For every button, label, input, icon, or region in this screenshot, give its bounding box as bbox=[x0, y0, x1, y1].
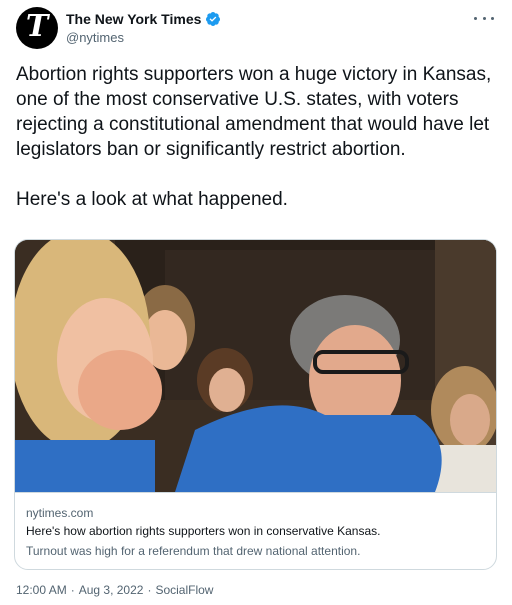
separator: · bbox=[147, 583, 152, 597]
more-dots-icon[interactable] bbox=[474, 11, 494, 25]
tweet-header: T The New York Times @nytimes bbox=[16, 7, 500, 53]
link-card[interactable]: nytimes.com Here's how abortion rights s… bbox=[14, 239, 497, 570]
tweet-source[interactable]: SocialFlow bbox=[155, 583, 213, 597]
tweet-time[interactable]: 12:00 AM bbox=[16, 583, 67, 597]
avatar-logo: T bbox=[25, 9, 49, 44]
account-handle[interactable]: @nytimes bbox=[66, 30, 221, 45]
tweet: T The New York Times @nytimes Abortion r… bbox=[0, 0, 512, 605]
card-description: Turnout was high for a referendum that d… bbox=[26, 544, 361, 558]
card-image[interactable] bbox=[15, 240, 496, 492]
tweet-text: Abortion rights supporters won a huge vi… bbox=[16, 62, 501, 212]
card-title: Here's how abortion rights supporters wo… bbox=[26, 524, 381, 538]
tweet-footer: 12:00 AM · Aug 3, 2022 · SocialFlow bbox=[16, 583, 213, 597]
card-domain: nytimes.com bbox=[26, 506, 94, 520]
separator: · bbox=[70, 583, 75, 597]
account-names: The New York Times @nytimes bbox=[66, 9, 221, 45]
tweet-text-followup: Here's a look at what happened. bbox=[16, 189, 288, 210]
display-name-row: The New York Times bbox=[66, 9, 221, 28]
tweet-text-main: Abortion rights supporters won a huge vi… bbox=[16, 64, 497, 160]
card-photo bbox=[15, 240, 496, 492]
avatar[interactable]: T bbox=[16, 7, 58, 49]
tweet-date[interactable]: Aug 3, 2022 bbox=[79, 583, 144, 597]
card-meta[interactable]: nytimes.com Here's how abortion rights s… bbox=[15, 492, 496, 569]
verified-badge-icon bbox=[206, 11, 221, 26]
display-name[interactable]: The New York Times bbox=[66, 11, 201, 27]
